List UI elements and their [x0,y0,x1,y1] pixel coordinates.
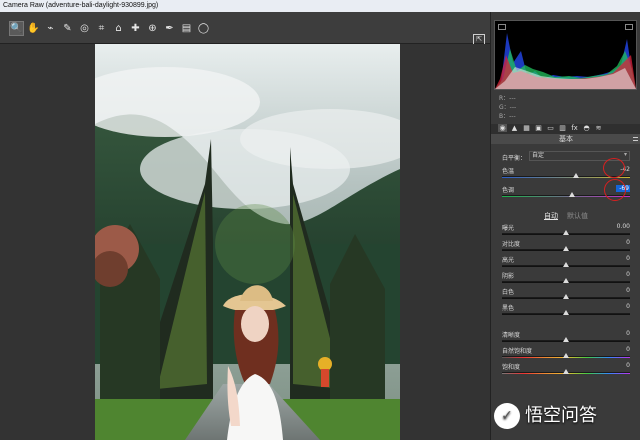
toolbar: 🔍 ✋ ⌁ ✎ ◎ ⌗ ⌂ ✚ ⊕ ✒ ▤ ◯ ⇱ [0,12,490,45]
whites-slider-thumb[interactable] [563,294,569,299]
settings-panel: R：--- G：--- B：--- ◉ ▲ ▦ ▣ ▭ ▥ fx ◓ ≋ 基本 白平衡： 自定 … [490,12,640,440]
clarity-label: 清晰度 [502,332,521,339]
shadows-value[interactable]: 0 [616,271,630,278]
graduated-filter-icon[interactable]: ▤ [179,21,194,36]
basic-title: 基本 [559,135,573,143]
shadows-slider-thumb[interactable] [563,278,569,283]
clarity-value[interactable]: 0 [616,330,630,337]
tool-strip: 🔍 ✋ ⌁ ✎ ◎ ⌗ ⌂ ✚ ⊕ ✒ ▤ ◯ [9,21,211,36]
clarity-slider-thumb[interactable] [563,337,569,342]
exposure-row: 曝光 0.00 [502,223,630,235]
tint-annotation-circle [604,179,626,201]
temperature-slider-thumb[interactable] [573,173,580,178]
whites-value[interactable]: 0 [616,287,630,294]
blacks-row: 黑色 0 [502,303,630,315]
panel-tab-3-icon[interactable]: ▦ [522,124,531,132]
temperature-annotation-circle [603,158,625,178]
wukong-logo-icon: ✓ [494,403,520,429]
radial-filter-icon[interactable]: ◯ [196,21,211,36]
straighten-tool-icon[interactable]: ⌂ [111,21,126,36]
whites-label: 白色 [502,289,515,296]
saturation-row: 饱和度 0 [502,362,630,374]
contrast-slider-thumb[interactable] [563,246,569,251]
shadows-label: 阴影 [502,273,515,280]
panel-tab-6-icon[interactable]: ▥ [558,124,567,132]
hand-tool-icon[interactable]: ✋ [26,21,41,36]
exposure-label: 曝光 [502,225,515,232]
contrast-label: 对比度 [502,241,521,248]
spot-removal-tool-icon[interactable]: ✚ [128,21,143,36]
panel-tab-5-icon[interactable]: ▭ [546,124,555,132]
panel-tabs: ◉ ▲ ▦ ▣ ▭ ▥ fx ◓ ≋ [491,124,640,134]
red-readout: R：--- [499,95,516,102]
panel-tab-8-icon[interactable]: ◓ [582,124,591,132]
white-balance-tool-icon[interactable]: ⌁ [43,21,58,36]
clarity-row: 清晰度 0 [502,330,630,342]
contrast-value[interactable]: 0 [616,239,630,246]
rgb-readout: R：--- G：--- B：--- [499,94,516,121]
blue-readout: B：--- [499,113,516,120]
highlight-clipping-warning-icon[interactable] [625,24,633,30]
highlights-label: 高光 [502,257,515,264]
shadow-clipping-warning-icon[interactable] [498,24,506,30]
whites-row: 白色 0 [502,287,630,299]
highlights-row: 高光 0 [502,255,630,267]
tint-label: 色调 [502,187,515,194]
highlights-value[interactable]: 0 [616,255,630,262]
shadows-row: 阴影 0 [502,271,630,283]
saturation-slider-thumb[interactable] [563,369,569,374]
adjustment-brush-icon[interactable]: ✒ [162,21,177,36]
blacks-value[interactable]: 0 [616,303,630,310]
green-readout: G：--- [499,104,517,111]
blacks-slider-thumb[interactable] [563,310,569,315]
zoom-tool-icon[interactable]: 🔍 [9,21,24,36]
targeted-adjustment-icon[interactable]: ◎ [77,21,92,36]
vibrance-slider-thumb[interactable] [563,353,569,358]
panel-menu-icon[interactable] [633,137,638,141]
crop-tool-icon[interactable]: ⌗ [94,21,109,36]
auto-button[interactable]: 自动 [544,211,558,221]
panel-tab-4-icon[interactable]: ▣ [534,124,543,132]
exposure-value[interactable]: 0.00 [616,223,630,230]
vibrance-row: 自然饱和度 0 [502,346,630,358]
white-balance-label: 白平衡： [502,155,527,162]
panel-tab-2-icon[interactable]: ▲ [510,124,519,132]
contrast-row: 对比度 0 [502,239,630,251]
temperature-label: 色温 [502,168,515,175]
blacks-label: 黑色 [502,305,515,312]
exposure-slider-thumb[interactable] [563,230,569,235]
histogram-graph [495,33,636,89]
photo-preview[interactable] [95,44,400,440]
vibrance-label: 自然饱和度 [502,348,533,355]
saturation-value[interactable]: 0 [616,362,630,369]
highlights-slider-thumb[interactable] [563,262,569,267]
panel-tab-1-icon[interactable]: ◉ [498,124,507,132]
saturation-label: 饱和度 [502,364,521,371]
watermark: ✓ 悟空问答 [494,401,640,431]
watermark-text: 悟空问答 [525,405,597,426]
vibrance-value[interactable]: 0 [616,346,630,353]
redeye-tool-icon[interactable]: ⊕ [145,21,160,36]
panel-tab-9-icon[interactable]: ≋ [594,124,603,132]
tint-slider-thumb[interactable] [569,192,576,197]
default-button[interactable]: 默认值 [567,211,588,221]
color-sampler-tool-icon[interactable]: ✎ [60,21,75,36]
window-title: Camera Raw (adventure-bali-daylight-9308… [3,2,159,9]
basic-section-title: 基本 [491,134,640,144]
photo-image [95,44,400,440]
histogram [494,20,637,90]
panel-tab-7-icon[interactable]: fx [570,124,579,132]
window-title-bar: Camera Raw (adventure-bali-daylight-9308… [0,0,640,12]
